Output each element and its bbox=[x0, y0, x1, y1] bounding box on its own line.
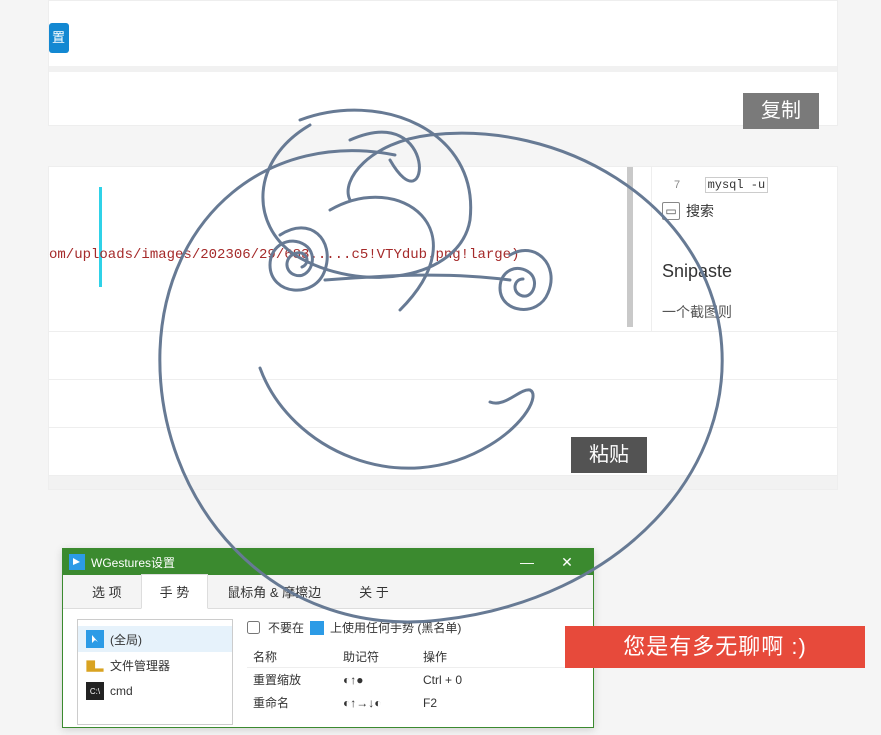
card-section-top: 置 复制 bbox=[48, 0, 838, 126]
app-item-explorer[interactable]: ▇▂ 文件管理器 bbox=[78, 652, 232, 678]
code-text: om/uploads/images/202306/29/683.....c5!V… bbox=[49, 247, 519, 263]
blacklist-checkbox[interactable] bbox=[247, 621, 260, 634]
copy-button[interactable]: 复制 bbox=[743, 93, 819, 129]
search-label: 搜索 bbox=[686, 201, 714, 221]
mysql-snippet: mysql -u bbox=[705, 177, 769, 193]
window-titlebar[interactable]: WGestures设置 — ✕ bbox=[63, 549, 593, 575]
cursor-icon bbox=[86, 630, 104, 648]
folder-icon: ▇▂ bbox=[86, 656, 104, 674]
text-caret bbox=[99, 187, 102, 287]
table-header-row: 名称 助记符 操作 bbox=[247, 646, 579, 668]
result-index: 7 bbox=[674, 179, 680, 191]
sidebar-desc: 一个截图则 bbox=[662, 302, 827, 322]
gesture-details-panel: 不要在 上使用任何手势 (黑名单) 名称 助记符 操作 重置缩放 ◐↑● bbox=[247, 619, 579, 725]
blue-action-button[interactable]: 置 bbox=[49, 23, 69, 53]
cell-mnemonic: ◐↑→↓◐ bbox=[337, 691, 417, 714]
tab-bar: 选 项 手 势 鼠标角 & 摩擦边 关 于 bbox=[63, 575, 593, 609]
blacklist-checkbox-row[interactable]: 不要在 上使用任何手势 (黑名单) bbox=[247, 619, 579, 636]
window-minimize-button[interactable]: — bbox=[507, 549, 547, 575]
tab-corners[interactable]: 鼠标角 & 摩擦边 bbox=[208, 574, 340, 609]
gestures-table: 名称 助记符 操作 重置缩放 ◐↑● Ctrl + 0 重命名 ◐↑→↓◐ F2 bbox=[247, 646, 579, 714]
card-section-middle: om/uploads/images/202306/29/683.....c5!V… bbox=[48, 166, 838, 490]
list-item[interactable] bbox=[49, 331, 837, 379]
cell-mnemonic: ◐↑● bbox=[337, 668, 417, 692]
divider-row bbox=[49, 66, 837, 72]
col-mnemonic[interactable]: 助记符 bbox=[337, 646, 417, 668]
paste-button[interactable]: 粘贴 bbox=[571, 437, 647, 473]
list-item[interactable] bbox=[49, 379, 837, 427]
preview-sidebar: 7 mysql -u ▭ 搜索 Snipaste 一个截图则 bbox=[651, 167, 837, 331]
table-row[interactable]: 重置缩放 ◐↑● Ctrl + 0 bbox=[247, 668, 579, 692]
book-search-icon: ▭ bbox=[662, 202, 680, 220]
tab-options[interactable]: 选 项 bbox=[73, 574, 141, 609]
cell-op: Ctrl + 0 bbox=[417, 668, 579, 692]
sidebar-title: Snipaste bbox=[662, 261, 827, 282]
app-item-cmd[interactable]: C:\ cmd bbox=[78, 678, 232, 704]
tab-gestures[interactable]: 手 势 bbox=[141, 574, 209, 609]
tab-about[interactable]: 关 于 bbox=[340, 574, 408, 609]
code-editor-area[interactable]: om/uploads/images/202306/29/683.....c5!V… bbox=[49, 167, 633, 331]
app-item-label: cmd bbox=[110, 684, 133, 698]
wgestures-settings-window: WGestures设置 — ✕ 选 项 手 势 鼠标角 & 摩擦边 关 于 (全… bbox=[62, 548, 594, 728]
search-row[interactable]: ▭ 搜索 bbox=[662, 201, 827, 221]
app-logo-icon bbox=[69, 554, 85, 570]
app-item-global[interactable]: (全局) bbox=[78, 626, 232, 652]
terminal-icon: C:\ bbox=[86, 682, 104, 700]
list-rows bbox=[49, 331, 837, 490]
card-footer bbox=[49, 475, 837, 490]
window-title: WGestures设置 bbox=[91, 554, 175, 571]
cell-op: F2 bbox=[417, 691, 579, 714]
cell-name: 重置缩放 bbox=[247, 668, 337, 692]
apps-listbox[interactable]: (全局) ▇▂ 文件管理器 C:\ cmd bbox=[77, 619, 233, 725]
blacklist-suffix: 上使用任何手势 (黑名单) bbox=[330, 619, 461, 636]
blacklist-prefix: 不要在 bbox=[268, 619, 304, 636]
window-close-button[interactable]: ✕ bbox=[547, 549, 587, 575]
col-op[interactable]: 操作 bbox=[417, 646, 579, 668]
cell-name: 重命名 bbox=[247, 691, 337, 714]
toast-banner: 您是有多无聊啊 :) bbox=[565, 626, 865, 668]
col-name[interactable]: 名称 bbox=[247, 646, 337, 668]
table-row[interactable]: 重命名 ◐↑→↓◐ F2 bbox=[247, 691, 579, 714]
app-item-label: (全局) bbox=[110, 631, 142, 648]
scrollbar-vertical[interactable] bbox=[627, 167, 633, 327]
app-icon-placeholder bbox=[310, 621, 324, 635]
app-item-label: 文件管理器 bbox=[110, 657, 170, 674]
list-item[interactable] bbox=[49, 427, 837, 475]
